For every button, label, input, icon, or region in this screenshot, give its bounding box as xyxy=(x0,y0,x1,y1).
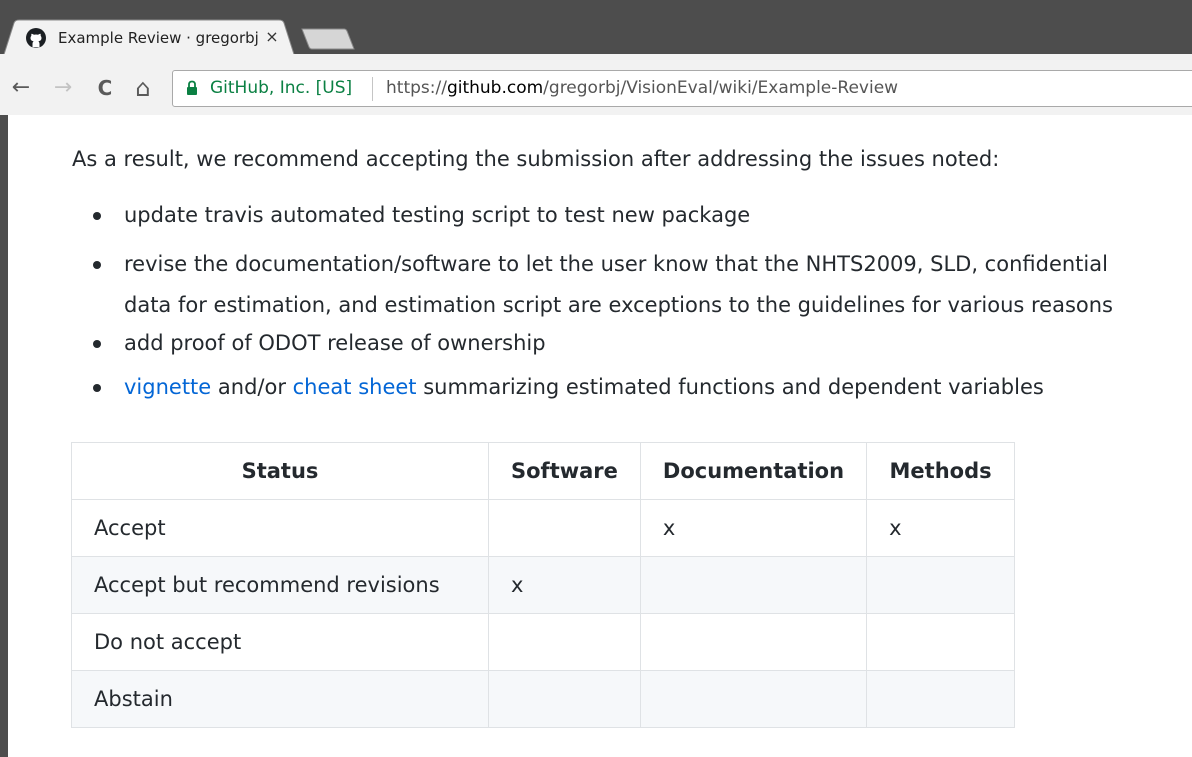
table-cell xyxy=(639,670,868,728)
lock-icon xyxy=(187,80,197,95)
list-item: vignette and/or cheat sheet summarizing … xyxy=(72,372,1192,403)
table-cell xyxy=(488,670,641,728)
table-cell: x xyxy=(639,499,868,557)
list-item: revise the documentation/software to let… xyxy=(72,244,1192,326)
table-cell: x xyxy=(488,556,641,614)
table-row: Abstain xyxy=(71,670,1016,728)
address-separator xyxy=(372,77,373,101)
forward-button[interactable]: → xyxy=(50,72,76,104)
table-row: Do not accept xyxy=(71,613,1016,671)
bullet xyxy=(93,261,101,269)
reload-button[interactable]: C xyxy=(92,72,118,104)
home-button[interactable]: ⌂ xyxy=(130,72,156,104)
url-path: /gregorbj/VisionEval/wiki/Example-Review xyxy=(543,78,899,98)
url-text[interactable]: https://github.com/gregorbj/VisionEval/w… xyxy=(386,78,898,98)
bullet xyxy=(93,340,101,348)
table-cell xyxy=(866,670,1016,728)
url-host: github.com xyxy=(446,78,544,98)
header-methods: Methods xyxy=(866,442,1016,500)
list-item-text: and/or xyxy=(211,375,293,399)
tab-title: Example Review · gregorbj/VisionEval Wik… xyxy=(58,29,258,47)
header-documentation: Documentation xyxy=(639,442,868,500)
table-cell xyxy=(639,556,868,614)
table-cell xyxy=(488,499,641,557)
table-cell: x xyxy=(866,499,1016,557)
bullet xyxy=(93,384,101,392)
list-item-text: update travis automated testing script t… xyxy=(124,203,751,227)
review-status-table: Status Software Documentation Methods Ac… xyxy=(71,442,1016,728)
table-cell xyxy=(866,613,1016,671)
secure-site-label[interactable]: GitHub, Inc. [US] xyxy=(210,78,352,98)
intro-paragraph: As a result, we recommend accepting the … xyxy=(72,147,1000,171)
table-header-row: Status Software Documentation Methods xyxy=(71,442,1016,500)
table-cell xyxy=(488,613,641,671)
table-row: Accept but recommend revisions x xyxy=(71,556,1016,614)
tab-close-button[interactable]: × xyxy=(262,26,282,48)
table-cell: Accept xyxy=(71,499,489,557)
table-cell: Abstain xyxy=(71,670,489,728)
vignette-link[interactable]: vignette xyxy=(124,375,211,399)
list-item-text: revise the documentation/software to let… xyxy=(124,252,1108,276)
list-item: add proof of ODOT release of ownership xyxy=(72,328,1192,359)
header-software: Software xyxy=(488,442,641,500)
github-icon xyxy=(26,28,46,48)
table-cell xyxy=(639,613,868,671)
list-item-text: summarizing estimated functions and depe… xyxy=(416,375,1044,399)
list-item-text-continued: data for estimation, and estimation scri… xyxy=(124,293,1113,317)
back-button[interactable]: ← xyxy=(8,72,34,104)
new-tab-button[interactable] xyxy=(300,28,356,50)
header-status: Status xyxy=(71,442,489,500)
table-cell: Do not accept xyxy=(71,613,489,671)
url-scheme: https:// xyxy=(386,78,447,98)
bullet xyxy=(93,212,101,220)
list-item: update travis automated testing script t… xyxy=(72,200,1192,231)
table-cell: Accept but recommend revisions xyxy=(71,556,489,614)
table-cell xyxy=(866,556,1016,614)
issues-list: update travis automated testing script t… xyxy=(72,200,1192,416)
table-row: Accept x x xyxy=(71,499,1016,557)
browser-window: Example Review · gregorbj/VisionEval Wik… xyxy=(0,0,1192,757)
list-item-text: add proof of ODOT release of ownership xyxy=(124,331,546,355)
cheat-sheet-link[interactable]: cheat sheet xyxy=(293,375,417,399)
